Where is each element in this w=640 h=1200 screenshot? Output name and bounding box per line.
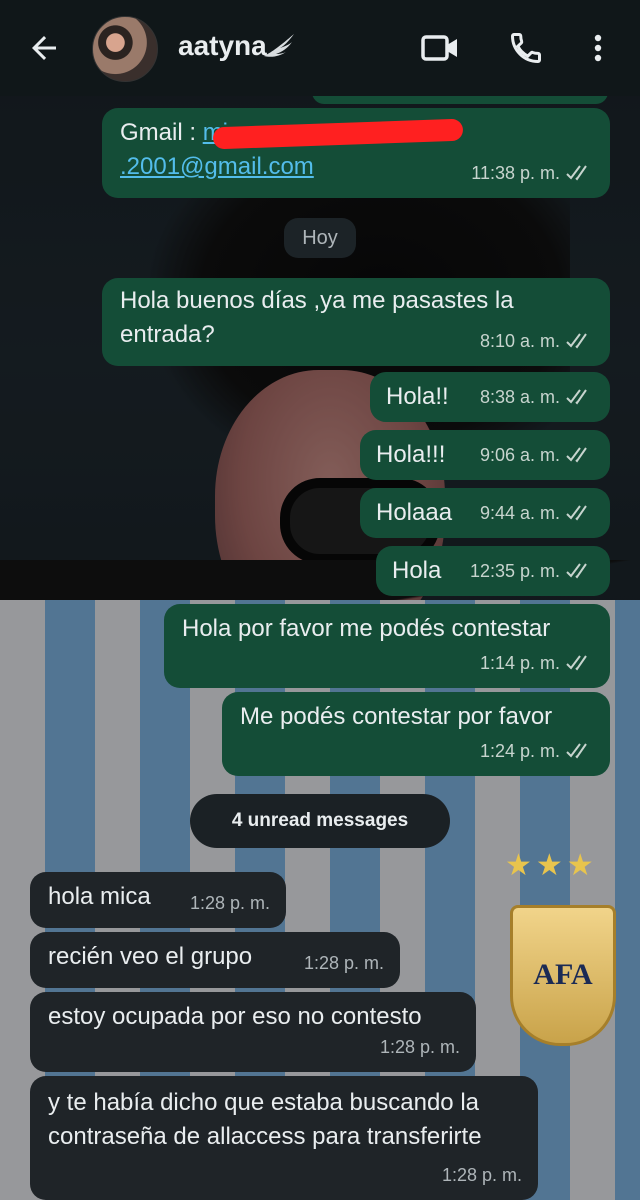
message-meta: 9:06 a. m.: [480, 438, 594, 472]
message-text: Hola por favor me podés contestar: [182, 615, 551, 642]
message-meta: 1:24 p. m.: [480, 734, 594, 768]
email-link-continued[interactable]: .2001@gmail.com: [120, 153, 314, 180]
more-vertical-icon[interactable]: [586, 30, 610, 66]
message-list[interactable]: Gmail : mica .2001@gmail.com 11:38 p. m.…: [0, 96, 640, 1200]
message-text: Me podés contestar por favor: [240, 703, 553, 730]
message-meta: 1:28 p. m.: [441, 1165, 522, 1185]
previous-message-edge: [312, 96, 608, 104]
contact-avatar[interactable]: [92, 16, 158, 82]
message-incoming[interactable]: hola mica 1:28 p. m.: [30, 872, 286, 928]
wing-icon: [264, 34, 294, 57]
message-meta: 11:38 p. m.: [471, 156, 594, 190]
read-ticks-icon: [566, 505, 587, 521]
message-incoming[interactable]: y te había dicho que estaba buscando la …: [30, 1076, 538, 1200]
message-meta: 8:10 a. m.: [480, 324, 594, 358]
message-outgoing[interactable]: Hola 12:35 p. m.: [376, 546, 610, 596]
contact-name[interactable]: aatyna: [178, 30, 267, 62]
message-meta: 12:35 p. m.: [470, 554, 594, 588]
date-divider: Hoy: [284, 218, 356, 258]
phone-call-icon[interactable]: [506, 30, 546, 66]
message-meta: 1:28 p. m.: [379, 1037, 460, 1057]
read-ticks-icon: [566, 655, 587, 671]
read-ticks-icon: [566, 333, 587, 349]
message-text: estoy ocupada por eso no contesto: [48, 1003, 422, 1030]
message-meta: 8:38 a. m.: [480, 380, 594, 414]
message-text: y te había dicho que estaba buscando la …: [48, 1089, 482, 1150]
message-incoming[interactable]: estoy ocupada por eso no contesto 1:28 p…: [30, 992, 476, 1072]
message-outgoing[interactable]: Hola buenos días ,ya me pasastes la entr…: [102, 278, 610, 366]
message-outgoing[interactable]: Hola por favor me podés contestar 1:14 p…: [164, 604, 610, 688]
message-meta: 9:44 a. m.: [480, 496, 594, 530]
message-outgoing[interactable]: Hola!!! 9:06 a. m.: [360, 430, 610, 480]
unread-messages-divider: 4 unread messages: [190, 794, 450, 848]
message-outgoing[interactable]: Hola!! 8:38 a. m.: [370, 372, 610, 422]
message-outgoing[interactable]: Me podés contestar por favor 1:24 p. m.: [222, 692, 610, 776]
back-arrow-icon[interactable]: [26, 30, 62, 66]
read-ticks-icon: [566, 743, 587, 759]
message-meta: 1:28 p. m.: [189, 893, 270, 913]
message-outgoing[interactable]: Holaaa 9:44 a. m.: [360, 488, 610, 538]
read-ticks-icon: [566, 447, 587, 463]
message-meta: 1:14 p. m.: [480, 646, 594, 680]
read-ticks-icon: [566, 165, 587, 181]
message-meta: 1:28 p. m.: [303, 953, 384, 973]
read-ticks-icon: [566, 563, 587, 579]
message-outgoing[interactable]: Gmail : mica .2001@gmail.com 11:38 p. m.: [102, 108, 610, 198]
video-call-icon[interactable]: [420, 30, 460, 66]
chat-header: aatyna: [0, 0, 640, 96]
read-ticks-icon: [566, 389, 587, 405]
message-incoming[interactable]: recién veo el grupo 1:28 p. m.: [30, 932, 400, 988]
